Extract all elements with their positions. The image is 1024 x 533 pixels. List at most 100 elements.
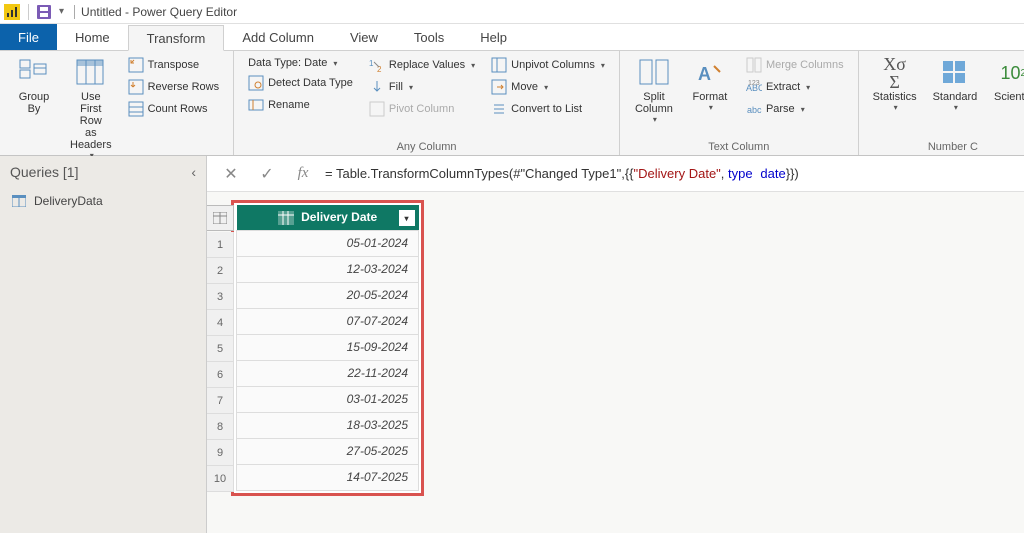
detect-data-type-icon	[248, 75, 264, 91]
unpivot-columns-button[interactable]: Unpivot Columns▾	[487, 55, 609, 75]
data-cell[interactable]: 18-03-2025	[237, 412, 419, 438]
scientific-icon: 102	[997, 57, 1024, 89]
formula-string: "Delivery Date"	[634, 166, 721, 181]
main-area: Queries [1] ‹ DeliveryData ✕ ✓ fx = Tabl…	[0, 156, 1024, 533]
formula-commit-button[interactable]: ✓	[253, 160, 281, 188]
fill-button[interactable]: Fill▾	[365, 77, 479, 97]
data-cell[interactable]: 07-07-2024	[237, 308, 419, 334]
formula-mid: ,	[721, 166, 728, 181]
svg-text:A: A	[698, 64, 711, 84]
formula-input[interactable]: = Table.TransformColumnTypes(#"Changed T…	[325, 166, 1014, 182]
data-cell[interactable]: 27-05-2025	[237, 438, 419, 464]
row-header[interactable]: 5	[207, 336, 234, 362]
convert-to-list-label: Convert to List	[511, 103, 582, 115]
row-header[interactable]: 10	[207, 466, 234, 492]
column-filter-dropdown[interactable]: ▾	[399, 210, 415, 226]
ribbon-group-number-column: XσΣ Statistics▾ Standard▾ 102 Scientifi …	[859, 51, 1024, 155]
format-icon: A	[694, 57, 726, 89]
table-icon	[12, 195, 26, 207]
window-title: Untitled - Power Query Editor	[81, 5, 237, 19]
save-icon[interactable]	[37, 5, 51, 19]
tab-file[interactable]: File	[0, 24, 57, 50]
tab-home[interactable]: Home	[57, 24, 128, 50]
fill-icon	[369, 79, 385, 95]
format-label: Format	[693, 91, 728, 103]
statistics-label: Statistics	[873, 91, 917, 103]
row-header[interactable]: 7	[207, 388, 234, 414]
pivot-column-label: Pivot Column	[389, 103, 454, 115]
unpivot-columns-icon	[491, 57, 507, 73]
standard-button[interactable]: Standard▾	[929, 55, 982, 139]
tab-add-column[interactable]: Add Column	[224, 24, 332, 50]
collapse-pane-icon[interactable]: ‹	[191, 164, 196, 180]
move-button[interactable]: Move▾	[487, 77, 609, 97]
tab-tools[interactable]: Tools	[396, 24, 462, 50]
replace-values-icon: 12	[369, 57, 385, 73]
ribbon: Group By Use First Row as Headers▾ Trans…	[0, 51, 1024, 156]
parse-button[interactable]: abc Parse▾	[742, 99, 848, 119]
extract-button[interactable]: ABC123 Extract▾	[742, 77, 848, 97]
row-header[interactable]: 8	[207, 414, 234, 440]
data-cell[interactable]: 05-01-2024	[237, 230, 419, 256]
chevron-down-icon: ▾	[894, 103, 898, 112]
replace-values-button[interactable]: 12 Replace Values▾	[365, 55, 479, 75]
pivot-column-button[interactable]: Pivot Column	[365, 99, 479, 119]
app-icon	[4, 4, 20, 20]
scientific-label: Scientifi	[994, 91, 1024, 103]
row-header[interactable]: 6	[207, 362, 234, 388]
formula-cancel-button[interactable]: ✕	[217, 160, 245, 188]
transpose-button[interactable]: Transpose	[124, 55, 224, 75]
ribbon-group-text-column-label: Text Column	[630, 139, 848, 153]
rename-label: Rename	[268, 99, 310, 111]
count-rows-button[interactable]: Count Rows	[124, 99, 224, 119]
count-rows-icon	[128, 101, 144, 117]
tab-transform[interactable]: Transform	[128, 25, 225, 51]
reverse-rows-button[interactable]: Reverse Rows	[124, 77, 224, 97]
tab-help[interactable]: Help	[462, 24, 525, 50]
svg-text:1: 1	[369, 59, 374, 68]
data-cell[interactable]: 22-11-2024	[237, 360, 419, 386]
data-cell[interactable]: 15-09-2024	[237, 334, 419, 360]
tab-view[interactable]: View	[332, 24, 396, 50]
data-cell[interactable]: 03-01-2025	[237, 386, 419, 412]
formula-prefix: = Table.TransformColumnTypes(#"Changed T…	[325, 166, 634, 181]
convert-to-list-button[interactable]: Convert to List	[487, 99, 609, 119]
row-header[interactable]: 1	[207, 232, 234, 258]
data-cell[interactable]: 12-03-2024	[237, 256, 419, 282]
data-cell[interactable]: 14-07-2025	[237, 464, 419, 490]
row-header[interactable]: 2	[207, 258, 234, 284]
titlebar-divider	[74, 5, 75, 19]
split-column-button[interactable]: Split Column▾	[630, 55, 678, 139]
content-area: ✕ ✓ fx = Table.TransformColumnTypes(#"Ch…	[207, 156, 1024, 533]
fx-icon[interactable]: fx	[289, 160, 317, 188]
data-type-button[interactable]: Data Type: Date▾	[244, 55, 357, 71]
format-button[interactable]: A Format▾	[686, 55, 734, 139]
convert-to-list-icon	[491, 101, 507, 117]
grid-area: 1 2 3 4 5 6 7 8 9 10	[207, 192, 1024, 533]
use-first-row-icon	[75, 57, 107, 89]
chevron-down-icon: ▾	[653, 115, 657, 124]
row-header[interactable]: 4	[207, 310, 234, 336]
formula-kw2: date	[760, 166, 785, 181]
parse-icon: abc	[746, 101, 762, 117]
rename-button[interactable]: Rename	[244, 95, 357, 115]
merge-columns-button[interactable]: Merge Columns	[742, 55, 848, 75]
qat-dropdown-icon[interactable]: ▾	[59, 6, 64, 17]
column-header-delivery-date[interactable]: Delivery Date ▾	[237, 205, 419, 230]
chevron-down-icon: ▾	[709, 103, 713, 112]
use-first-row-button[interactable]: Use First Row as Headers▾	[66, 55, 116, 162]
detect-data-type-button[interactable]: Detect Data Type	[244, 73, 357, 93]
data-cell[interactable]: 20-05-2024	[237, 282, 419, 308]
row-header[interactable]: 9	[207, 440, 234, 466]
statistics-button[interactable]: XσΣ Statistics▾	[869, 55, 921, 139]
grid-corner[interactable]	[207, 205, 234, 231]
ribbon-group-any-column-label: Any Column	[244, 139, 609, 153]
reverse-rows-icon	[128, 79, 144, 95]
standard-icon	[939, 57, 971, 89]
query-item-deliverydata[interactable]: DeliveryData	[0, 188, 206, 214]
group-by-button[interactable]: Group By	[10, 55, 58, 162]
row-header[interactable]: 3	[207, 284, 234, 310]
move-label: Move	[511, 81, 538, 93]
scientific-button[interactable]: 102 Scientifi	[989, 55, 1024, 139]
transpose-icon	[128, 57, 144, 73]
